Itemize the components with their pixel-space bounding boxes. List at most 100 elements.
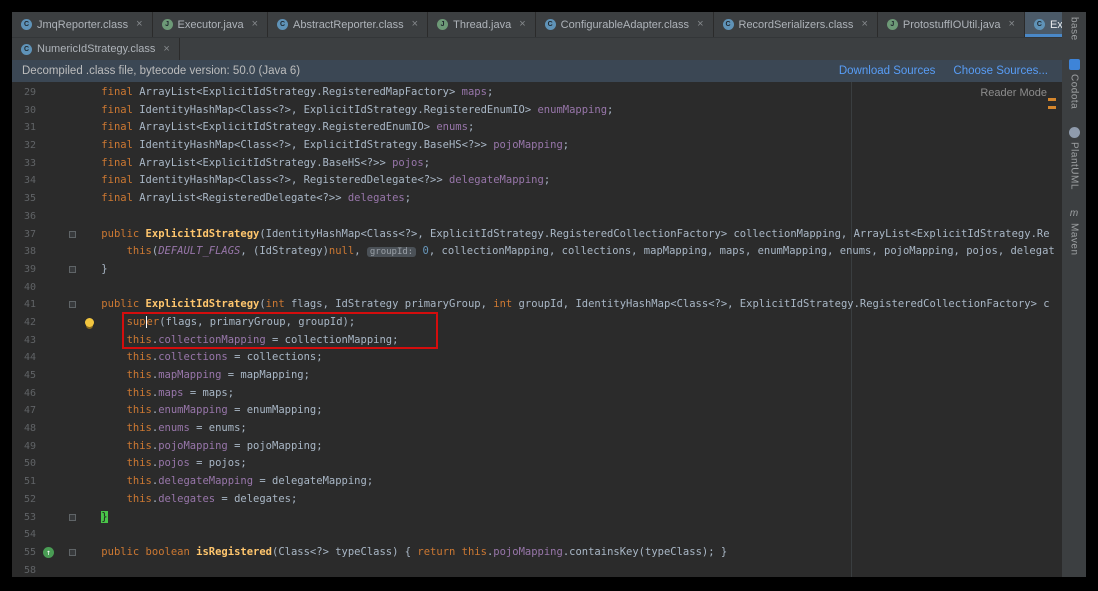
line-number[interactable]: 47: [12, 402, 42, 420]
line-number[interactable]: 29: [12, 84, 42, 102]
fold-marker-icon[interactable]: [69, 549, 76, 556]
line-number[interactable]: 49: [12, 438, 42, 456]
code-line[interactable]: 51 this.delegateMapping = delegateMappin…: [12, 473, 1062, 491]
code-line[interactable]: 47 this.enumMapping = enumMapping;: [12, 402, 1062, 420]
tab-label: RecordSerializers.class: [739, 19, 854, 31]
tool-window-button-plantuml[interactable]: PlantUML: [1069, 127, 1080, 190]
code-line[interactable]: 46 this.maps = maps;: [12, 385, 1062, 403]
tool-window-button-codota[interactable]: Codota: [1069, 59, 1080, 109]
java-file-icon: J: [437, 19, 448, 30]
code-line[interactable]: 42 super(flags, primaryGroup, groupId);: [12, 314, 1062, 332]
close-icon[interactable]: ×: [861, 19, 867, 30]
code-line[interactable]: 54: [12, 526, 1062, 544]
code-line[interactable]: 34 final IdentityHashMap<Class<?>, Regis…: [12, 172, 1062, 190]
line-number[interactable]: 41: [12, 296, 42, 314]
line-number[interactable]: 39: [12, 261, 42, 279]
line-number[interactable]: 42: [12, 314, 42, 332]
code-line[interactable]: 52 this.delegates = delegates;: [12, 491, 1062, 509]
tab-AbstractReporter.class[interactable]: CAbstractReporter.class×: [268, 12, 428, 37]
code-line[interactable]: 58: [12, 562, 1062, 577]
code-line[interactable]: 50 this.pojos = pojos;: [12, 455, 1062, 473]
overriding-method-icon[interactable]: ↑: [43, 547, 54, 558]
code-line[interactable]: 40: [12, 279, 1062, 297]
fold-marker-icon[interactable]: [69, 231, 76, 238]
reader-mode-toggle[interactable]: Reader Mode: [980, 87, 1047, 99]
code-line[interactable]: 36: [12, 208, 1062, 226]
fold-marker-icon[interactable]: [69, 301, 76, 308]
code-line[interactable]: 29 final ArrayList<ExplicitIdStrategy.Re…: [12, 84, 1062, 102]
code-text: final IdentityHashMap<Class<?>, Explicit…: [76, 102, 613, 120]
code-line[interactable]: 48 this.enums = enums;: [12, 420, 1062, 438]
close-icon[interactable]: ×: [163, 44, 169, 55]
tab-JmqReporter.class[interactable]: CJmqReporter.class×: [12, 12, 153, 37]
line-number[interactable]: 50: [12, 455, 42, 473]
line-number[interactable]: 53: [12, 509, 42, 527]
tab-ConfigurableAdapter.class[interactable]: CConfigurableAdapter.class×: [536, 12, 714, 37]
code-line[interactable]: 45 this.mapMapping = mapMapping;: [12, 367, 1062, 385]
line-number[interactable]: 43: [12, 332, 42, 350]
line-number[interactable]: 35: [12, 190, 42, 208]
line-number[interactable]: 34: [12, 172, 42, 190]
code-line[interactable]: 35 final ArrayList<RegisteredDelegate<?>…: [12, 190, 1062, 208]
code-line[interactable]: 55↑ public boolean isRegistered(Class<?>…: [12, 544, 1062, 562]
line-number[interactable]: 31: [12, 119, 42, 137]
tab-NumericIdStrategy.class[interactable]: CNumericIdStrategy.class×: [12, 38, 180, 60]
line-number[interactable]: 38: [12, 243, 42, 261]
line-number[interactable]: 36: [12, 208, 42, 226]
line-number[interactable]: 33: [12, 155, 42, 173]
line-number[interactable]: 55: [12, 544, 42, 562]
close-icon[interactable]: ×: [519, 19, 525, 30]
code-editor[interactable]: 29 final ArrayList<ExplicitIdStrategy.Re…: [12, 82, 1062, 577]
close-icon[interactable]: ×: [1009, 19, 1015, 30]
tab-label: ConfigurableAdapter.class: [561, 19, 689, 31]
close-icon[interactable]: ×: [136, 19, 142, 30]
tool-window-button-base[interactable]: base: [1069, 17, 1080, 41]
code-line[interactable]: 30 final IdentityHashMap<Class<?>, Expli…: [12, 102, 1062, 120]
code-line[interactable]: 49 this.pojoMapping = pojoMapping;: [12, 438, 1062, 456]
tab-Thread.java[interactable]: JThread.java×: [428, 12, 536, 37]
tool-window-button-maven[interactable]: mMaven: [1069, 208, 1080, 256]
close-icon[interactable]: ×: [697, 19, 703, 30]
code-text: this.pojoMapping = pojoMapping;: [76, 438, 323, 456]
line-number[interactable]: 45: [12, 367, 42, 385]
java-file-icon: J: [162, 19, 173, 30]
tab-RecordSerializers.class[interactable]: CRecordSerializers.class×: [714, 12, 878, 37]
choose-sources-link[interactable]: Choose Sources...: [953, 65, 1048, 77]
line-number[interactable]: 48: [12, 420, 42, 438]
code-line[interactable]: 44 this.collections = collections;: [12, 349, 1062, 367]
line-number[interactable]: 51: [12, 473, 42, 491]
code-line[interactable]: 53 }: [12, 509, 1062, 527]
code-line[interactable]: 38 this(DEFAULT_FLAGS, (IdStrategy)null,…: [12, 243, 1062, 261]
code-line[interactable]: 39 }: [12, 261, 1062, 279]
code-line[interactable]: 37 public ExplicitIdStrategy(IdentityHas…: [12, 226, 1062, 244]
code-line[interactable]: 32 final IdentityHashMap<Class<?>, Expli…: [12, 137, 1062, 155]
line-number[interactable]: 37: [12, 226, 42, 244]
code-line[interactable]: 43 this.collectionMapping = collectionMa…: [12, 332, 1062, 350]
scrollbar-error-mark[interactable]: [1048, 106, 1056, 109]
line-number[interactable]: 30: [12, 102, 42, 120]
line-number[interactable]: 32: [12, 137, 42, 155]
fold-marker-icon[interactable]: [69, 266, 76, 273]
fold-marker-icon[interactable]: [69, 514, 76, 521]
code-line[interactable]: 31 final ArrayList<ExplicitIdStrategy.Re…: [12, 119, 1062, 137]
tab-ProtostuffIOUtil.java[interactable]: JProtostuffIOUtil.java×: [878, 12, 1025, 37]
tab-label: AbstractReporter.class: [293, 19, 404, 31]
tool-window-label: PlantUML: [1069, 142, 1080, 190]
close-icon[interactable]: ×: [412, 19, 418, 30]
line-number[interactable]: 52: [12, 491, 42, 509]
line-number[interactable]: 40: [12, 279, 42, 297]
line-number[interactable]: 46: [12, 385, 42, 403]
line-number[interactable]: 44: [12, 349, 42, 367]
scrollbar-error-mark[interactable]: [1048, 98, 1056, 101]
tab-Executor.java[interactable]: JExecutor.java×: [153, 12, 268, 37]
code-line[interactable]: 33 final ArrayList<ExplicitIdStrategy.Ba…: [12, 155, 1062, 173]
close-icon[interactable]: ×: [252, 19, 258, 30]
intention-bulb-icon[interactable]: [85, 318, 94, 327]
line-number[interactable]: 54: [12, 526, 42, 544]
line-number[interactable]: 58: [12, 562, 42, 577]
tab-ExplicitIdStrategy.class[interactable]: CExplicitIdStrategy.class×: [1025, 12, 1062, 37]
code-line[interactable]: 41 public ExplicitIdStrategy(int flags, …: [12, 296, 1062, 314]
download-sources-link[interactable]: Download Sources: [839, 65, 936, 77]
maven-icon: m: [1070, 208, 1078, 219]
code-text: this.enumMapping = enumMapping;: [76, 402, 323, 420]
